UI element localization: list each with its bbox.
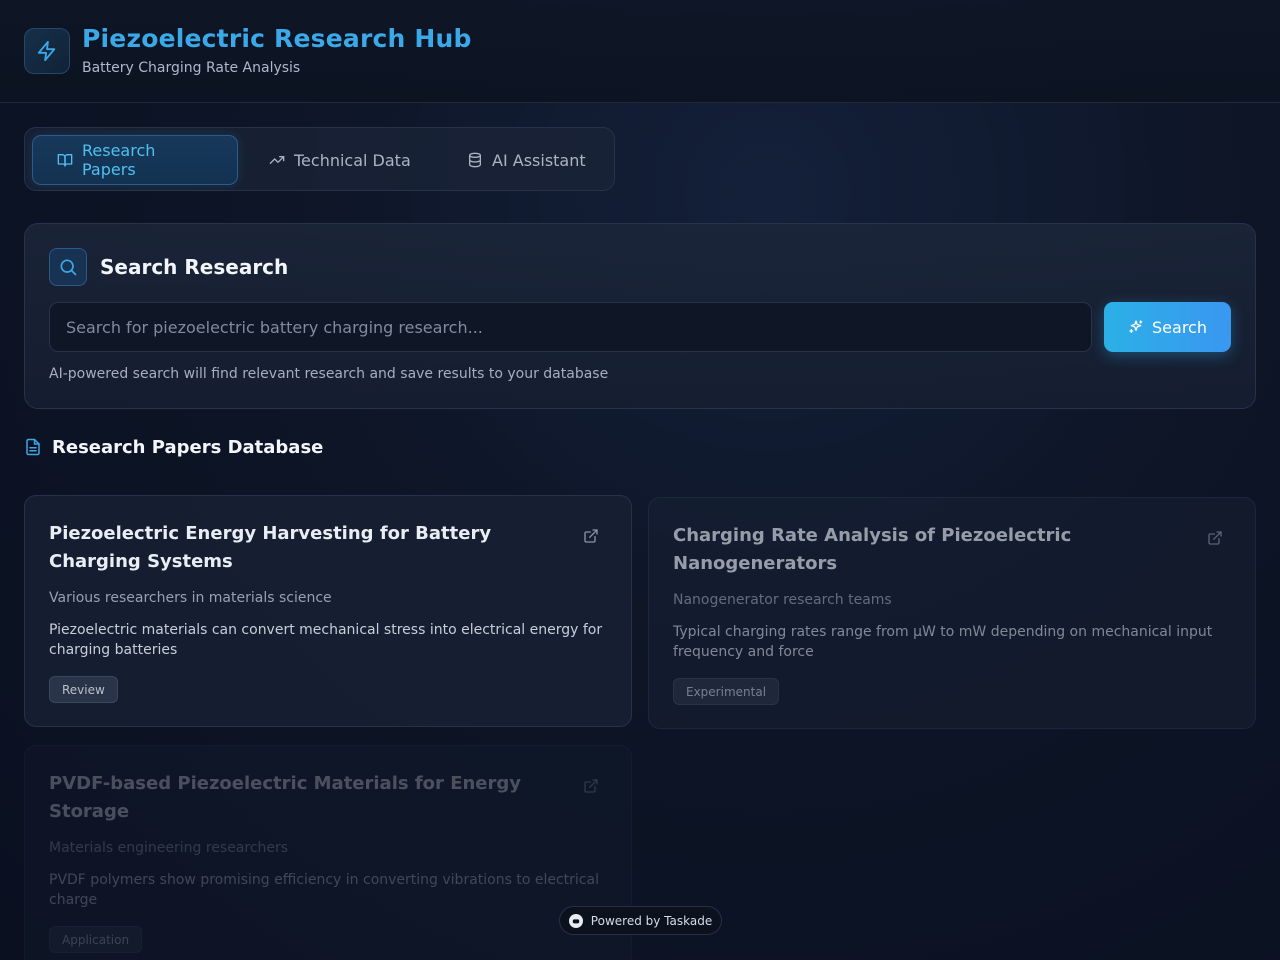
tab-ai-assistant[interactable]: AI Assistant xyxy=(443,135,613,185)
paper-tag: Application xyxy=(49,926,143,953)
paper-card[interactable]: PVDF-based Piezoelectric Materials for E… xyxy=(24,745,632,960)
powered-by-text: Powered by Taskade xyxy=(590,913,713,928)
external-link-icon[interactable] xyxy=(583,778,599,798)
tab-label: AI Assistant xyxy=(492,150,586,170)
sparkles-icon xyxy=(1129,320,1143,333)
search-button-label: Search xyxy=(1152,317,1207,337)
paper-title: PVDF-based Piezoelectric Materials for E… xyxy=(49,773,522,822)
main-tabs: Research Papers Technical Data AI Assist… xyxy=(24,127,615,191)
app-subtitle: Battery Charging Rate Analysis xyxy=(82,60,301,76)
paper-authors: Materials engineering researchers xyxy=(49,840,289,856)
app-header: Piezoelectric Research Hub Battery Charg… xyxy=(0,0,1280,103)
book-open-icon xyxy=(57,154,73,167)
app-logo xyxy=(24,28,70,74)
database-icon xyxy=(469,152,481,168)
tab-label: Technical Data xyxy=(294,150,411,170)
paper-tag: Review xyxy=(49,676,118,703)
tab-label: Research Papers xyxy=(82,141,156,179)
external-link-icon[interactable] xyxy=(583,528,599,548)
app-title: Piezoelectric Research Hub xyxy=(82,24,472,53)
external-link-icon[interactable] xyxy=(1207,530,1223,550)
search-panel: Search Research Search AI-powered search… xyxy=(24,223,1256,409)
database-header: Research Papers Database xyxy=(24,436,323,458)
paper-summary: PVDF polymers show promising efficiency … xyxy=(49,872,599,908)
lightning-bolt-icon xyxy=(37,40,56,62)
paper-title: Piezoelectric Energy Harvesting for Batt… xyxy=(49,523,492,572)
powered-by-badge[interactable]: Powered by Taskade xyxy=(559,906,722,935)
trending-up-icon xyxy=(269,156,285,164)
paper-authors: Various researchers in materials science xyxy=(49,590,332,606)
paper-summary: Typical charging rates range from μW to … xyxy=(673,624,1213,660)
database-heading: Research Papers Database xyxy=(52,436,324,458)
search-heading: Search Research xyxy=(100,255,289,279)
paper-summary: Piezoelectric materials can convert mech… xyxy=(49,622,603,658)
paper-authors: Nanogenerator research teams xyxy=(673,592,892,608)
paper-tag: Experimental xyxy=(673,678,780,705)
search-input[interactable] xyxy=(49,302,1092,352)
search-button[interactable]: Search xyxy=(1104,302,1231,352)
file-text-icon xyxy=(26,438,40,456)
tab-technical-data[interactable]: Technical Data xyxy=(245,135,435,185)
paper-card[interactable]: Charging Rate Analysis of Piezoelectric … xyxy=(648,497,1256,729)
paper-card[interactable]: Piezoelectric Energy Harvesting for Batt… xyxy=(24,495,632,727)
tab-research-papers[interactable]: Research Papers xyxy=(32,135,238,185)
taskade-logo-icon xyxy=(568,913,583,928)
search-panel-icon xyxy=(49,248,87,286)
search-icon xyxy=(60,259,77,276)
search-hint: AI-powered search will find relevant res… xyxy=(49,366,609,382)
paper-title: Charging Rate Analysis of Piezoelectric … xyxy=(673,525,1072,574)
